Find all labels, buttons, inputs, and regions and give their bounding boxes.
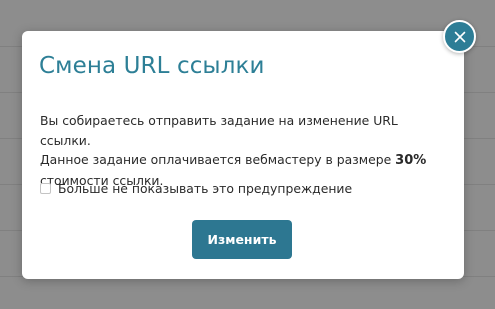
change-button[interactable]: Изменить <box>192 220 292 259</box>
dialog-message-line: Данное задание оплачивается вебмастеру в… <box>40 150 450 171</box>
change-url-dialog: Смена URL ссылки Вы собираетесь отправит… <box>22 31 464 279</box>
close-icon <box>454 31 465 42</box>
dialog-message-line: Вы собираетесь отправить задание на изме… <box>40 113 398 148</box>
dialog-title: Смена URL ссылки <box>39 53 265 79</box>
dont-show-again-label[interactable]: Больше не показывать это предупреждение <box>58 181 352 196</box>
dialog-message-text: Данное задание оплачивается вебмастеру в… <box>40 152 396 167</box>
commission-percent: 30% <box>395 153 427 168</box>
close-dialog-button[interactable] <box>443 20 476 53</box>
dont-show-again-checkbox[interactable] <box>40 183 51 194</box>
dialog-message: Вы собираетесь отправить задание на изме… <box>40 111 450 190</box>
dont-show-again-option[interactable]: Больше не показывать это предупреждение <box>40 181 352 196</box>
